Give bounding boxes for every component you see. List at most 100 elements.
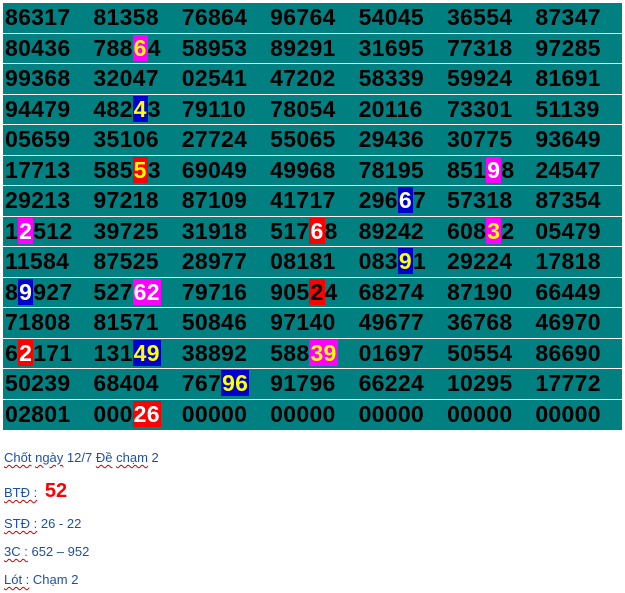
grid-row: 62171 13149 38892 58839 01697 50554 86690 xyxy=(3,338,622,369)
cell-digits: 8 xyxy=(324,217,338,244)
grid-row: 86317 81358 76864 96764 54045 36554 87347 xyxy=(3,3,622,34)
grid-cell: 73301 xyxy=(446,95,513,122)
number-grid: 86317 81358 76864 96764 54045 36554 87347 80436… xyxy=(3,3,622,430)
highlighted-digit: 6 xyxy=(397,187,413,214)
grid-cell: 27724 xyxy=(181,126,248,153)
grid-cell: 29224 xyxy=(446,248,513,275)
cell-digits: 608 xyxy=(446,217,487,244)
note-word: 2 xyxy=(151,450,159,465)
grid-cell: 78195 xyxy=(358,156,425,183)
grid-cell: 00000 xyxy=(358,401,425,428)
grid-cell: 52762 xyxy=(93,278,181,306)
grid-cell: 96764 xyxy=(270,4,336,31)
grid-cell: 35106 xyxy=(93,126,159,153)
highlighted-digit: 2 xyxy=(18,339,34,366)
grid-cell: 00026 xyxy=(93,401,181,428)
cell-digits: 8 xyxy=(5,278,19,305)
cell-digits: 3 xyxy=(147,156,161,183)
grid-row: 12512 39725 31918 51768 89242 60832 05479 xyxy=(3,216,622,247)
cell-digits: 527 xyxy=(93,278,133,305)
grid-cell: 29436 xyxy=(358,126,425,153)
grid-cell: 11584 xyxy=(5,248,70,275)
grid-row: 94479 48243 79110 78054 20116 73301 51139 xyxy=(3,94,622,125)
c3-label: 3C : xyxy=(4,544,28,559)
cell-digits: 1 xyxy=(5,217,19,244)
grid-cell: 60832 xyxy=(446,217,535,245)
grid-row: 02801 00026 00000 00000 00000 00000 00000 xyxy=(3,399,622,430)
grid-cell: 17772 xyxy=(535,370,601,397)
grid-cell: 85198 xyxy=(447,156,535,184)
grid-cell: 08391 xyxy=(359,248,447,275)
grid-cell: 41717 xyxy=(270,187,336,214)
cell-digits: 927 xyxy=(33,278,73,305)
grid-cell: 94479 xyxy=(5,95,71,122)
grid-cell: 89291 xyxy=(270,34,336,61)
cell-digits: 2 xyxy=(501,217,515,244)
grid-cell: 29213 xyxy=(5,187,71,214)
grid-cell: 50554 xyxy=(446,339,513,366)
highlighted-digit: 39 xyxy=(309,339,338,366)
grid-cell: 17818 xyxy=(535,248,601,275)
std-label: STĐ : xyxy=(4,516,38,531)
grid-cell: 29667 xyxy=(359,187,447,214)
cell-digits: 171 xyxy=(33,339,73,366)
highlighted-digit: 49 xyxy=(132,339,161,366)
grid-cell: 87190 xyxy=(446,278,513,305)
grid-cell: 59924 xyxy=(446,65,513,92)
grid-cell: 05479 xyxy=(535,217,601,244)
cell-digits: 517 xyxy=(270,217,310,244)
grid-cell: 71808 xyxy=(5,309,71,336)
grid-cell: 87347 xyxy=(535,4,601,31)
c3-value: 652 – 952 xyxy=(31,544,90,559)
highlighted-digit: 6 xyxy=(132,34,148,61)
grid-cell: 02541 xyxy=(181,65,248,92)
grid-cell: 97285 xyxy=(535,34,601,61)
grid-cell: 38892 xyxy=(181,339,248,366)
grid-cell: 51768 xyxy=(270,217,358,245)
grid-cell: 89242 xyxy=(358,217,425,244)
cell-digits: 131 xyxy=(93,339,133,366)
cell-digits: 8 xyxy=(501,156,515,183)
grid-cell: 86690 xyxy=(535,339,601,366)
highlighted-digit: 3 xyxy=(486,217,502,244)
grid-cell: 50846 xyxy=(181,309,248,336)
grid-row: 99368 32047 02541 47202 58339 59924 81691 xyxy=(3,64,622,95)
cell-digits: 000 xyxy=(93,401,133,428)
grid-cell: 24547 xyxy=(535,156,601,183)
note-word: Chốt xyxy=(4,450,32,465)
cell-digits: 4 xyxy=(147,34,161,61)
note-line-1: Chốt ngày 12/7 Đề chạm 2 xyxy=(4,450,159,465)
highlighted-digit: 96 xyxy=(221,370,250,397)
highlighted-digit: 62 xyxy=(132,278,161,305)
grid-cell: 93649 xyxy=(535,126,601,153)
cell-digits: 4 xyxy=(324,278,338,305)
grid-cell: 51139 xyxy=(535,95,600,122)
highlighted-digit: 9 xyxy=(18,278,34,305)
grid-cell: 69049 xyxy=(181,156,248,183)
note-word: chạm xyxy=(116,450,148,465)
grid-cell: 89927 xyxy=(5,278,93,306)
note-word: ngày xyxy=(35,450,64,465)
grid-cell: 31918 xyxy=(181,217,248,244)
grid-cell: 97140 xyxy=(270,309,336,336)
cell-digits: 1 xyxy=(412,248,427,275)
note-lot: Lót : Chạm 2 xyxy=(4,572,78,587)
grid-cell: 28977 xyxy=(181,248,248,275)
grid-cell: 00000 xyxy=(270,401,336,428)
cell-digits: 512 xyxy=(33,217,73,244)
grid-cell: 58953 xyxy=(181,34,248,61)
grid-cell: 47202 xyxy=(270,65,336,92)
grid-row: 80436 78864 58953 89291 31695 77318 97285 xyxy=(3,33,622,64)
grid-cell: 68274 xyxy=(358,278,425,305)
grid-cell: 78054 xyxy=(270,95,336,122)
grid-row: 17713 58553 69049 49968 78195 85198 24547 xyxy=(3,155,622,186)
grid-cell: 87525 xyxy=(93,248,159,275)
grid-cell: 05659 xyxy=(5,126,71,153)
grid-cell: 00000 xyxy=(446,401,513,428)
grid-cell: 79110 xyxy=(181,95,246,122)
cell-digits: 6 xyxy=(5,339,19,366)
grid-cell: 87109 xyxy=(181,187,248,214)
grid-cell: 46970 xyxy=(535,309,601,336)
grid-cell: 48243 xyxy=(93,95,181,123)
grid-cell: 97218 xyxy=(93,187,159,214)
